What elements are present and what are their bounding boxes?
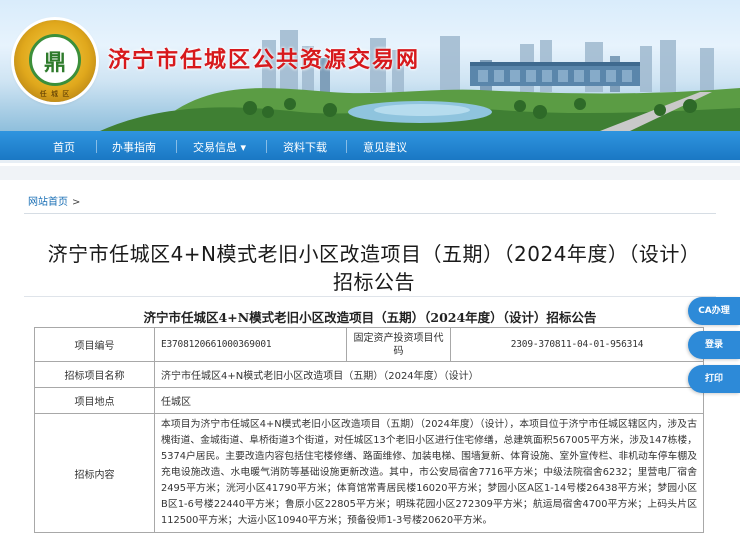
- label-project-name: 招标项目名称: [34, 361, 155, 388]
- notice-heading: 济宁市任城区4+N模式老旧小区改造项目（五期）（2024年度）（设计）招标公告: [143, 310, 597, 325]
- print-button[interactable]: 打印: [688, 365, 740, 393]
- nav-item-downloads[interactable]: 资料下载: [283, 139, 327, 155]
- nav-item-guide[interactable]: 办事指南: [112, 139, 156, 155]
- logo-glyph: 鼎: [43, 50, 66, 76]
- nav-divider: [176, 140, 177, 153]
- value-tender-content: 本项目为济宁市任城区4+N模式老旧小区改造项目（五期）（2024年度）（设计），…: [154, 413, 704, 533]
- login-button[interactable]: 登录: [688, 331, 740, 359]
- nav-item-feedback[interactable]: 意见建议: [363, 139, 407, 155]
- header-banner: 鼎 任 城 区 济宁市任城区公共资源交易网: [0, 0, 740, 131]
- label-project-location: 项目地点: [34, 387, 155, 414]
- sub-nav-strip: [0, 166, 740, 180]
- nav-item-home[interactable]: 首页: [53, 139, 75, 155]
- table-row: 项目编号 E3708120661000369001 固定资产投资项目代码 230…: [34, 327, 704, 362]
- logo-emblem: 鼎: [29, 34, 81, 86]
- ca-service-button[interactable]: CA办理: [688, 297, 740, 325]
- site-logo[interactable]: 鼎 任 城 区: [14, 20, 96, 102]
- nav-divider: [96, 140, 97, 153]
- nav-item-trade-info[interactable]: 交易信息 ▾: [193, 139, 246, 155]
- nav-divider: [266, 140, 267, 153]
- logo-ring-text: 任 城 区: [39, 90, 71, 98]
- site-title: 济宁市任城区公共资源交易网: [108, 48, 421, 73]
- value-investment-code: 2309-370811-04-01-956314: [450, 327, 704, 362]
- page-title: 济宁市任城区4+N模式老旧小区改造项目（五期）（2024年度）（设计）招标公告: [47, 242, 701, 294]
- nav-divider: [346, 140, 347, 153]
- breadcrumb-separator: >: [72, 197, 81, 208]
- breadcrumb-home-link[interactable]: 网站首页: [28, 197, 68, 208]
- tender-info-table: 项目编号 E3708120661000369001 固定资产投资项目代码 230…: [34, 327, 704, 533]
- value-project-name: 济宁市任城区4+N模式老旧小区改造项目（五期）（2024年度）（设计）: [154, 361, 704, 388]
- breadcrumb: 网站首页 >: [28, 193, 80, 208]
- divider: [24, 296, 716, 297]
- value-project-number: E3708120661000369001: [154, 327, 347, 362]
- table-row: 招标内容 本项目为济宁市任城区4+N模式老旧小区改造项目（五期）（2024年度）…: [34, 413, 704, 533]
- label-project-number: 项目编号: [34, 327, 155, 362]
- main-nav: 首页 办事指南 交易信息 ▾ 资料下载 意见建议: [0, 131, 740, 163]
- table-row: 项目地点 任城区: [34, 387, 704, 414]
- table-row: 招标项目名称 济宁市任城区4+N模式老旧小区改造项目（五期）（2024年度）（设…: [34, 361, 704, 388]
- value-project-location: 任城区: [154, 387, 704, 414]
- divider: [24, 213, 716, 214]
- label-investment-code: 固定资产投资项目代码: [346, 327, 451, 362]
- label-tender-content: 招标内容: [34, 413, 155, 533]
